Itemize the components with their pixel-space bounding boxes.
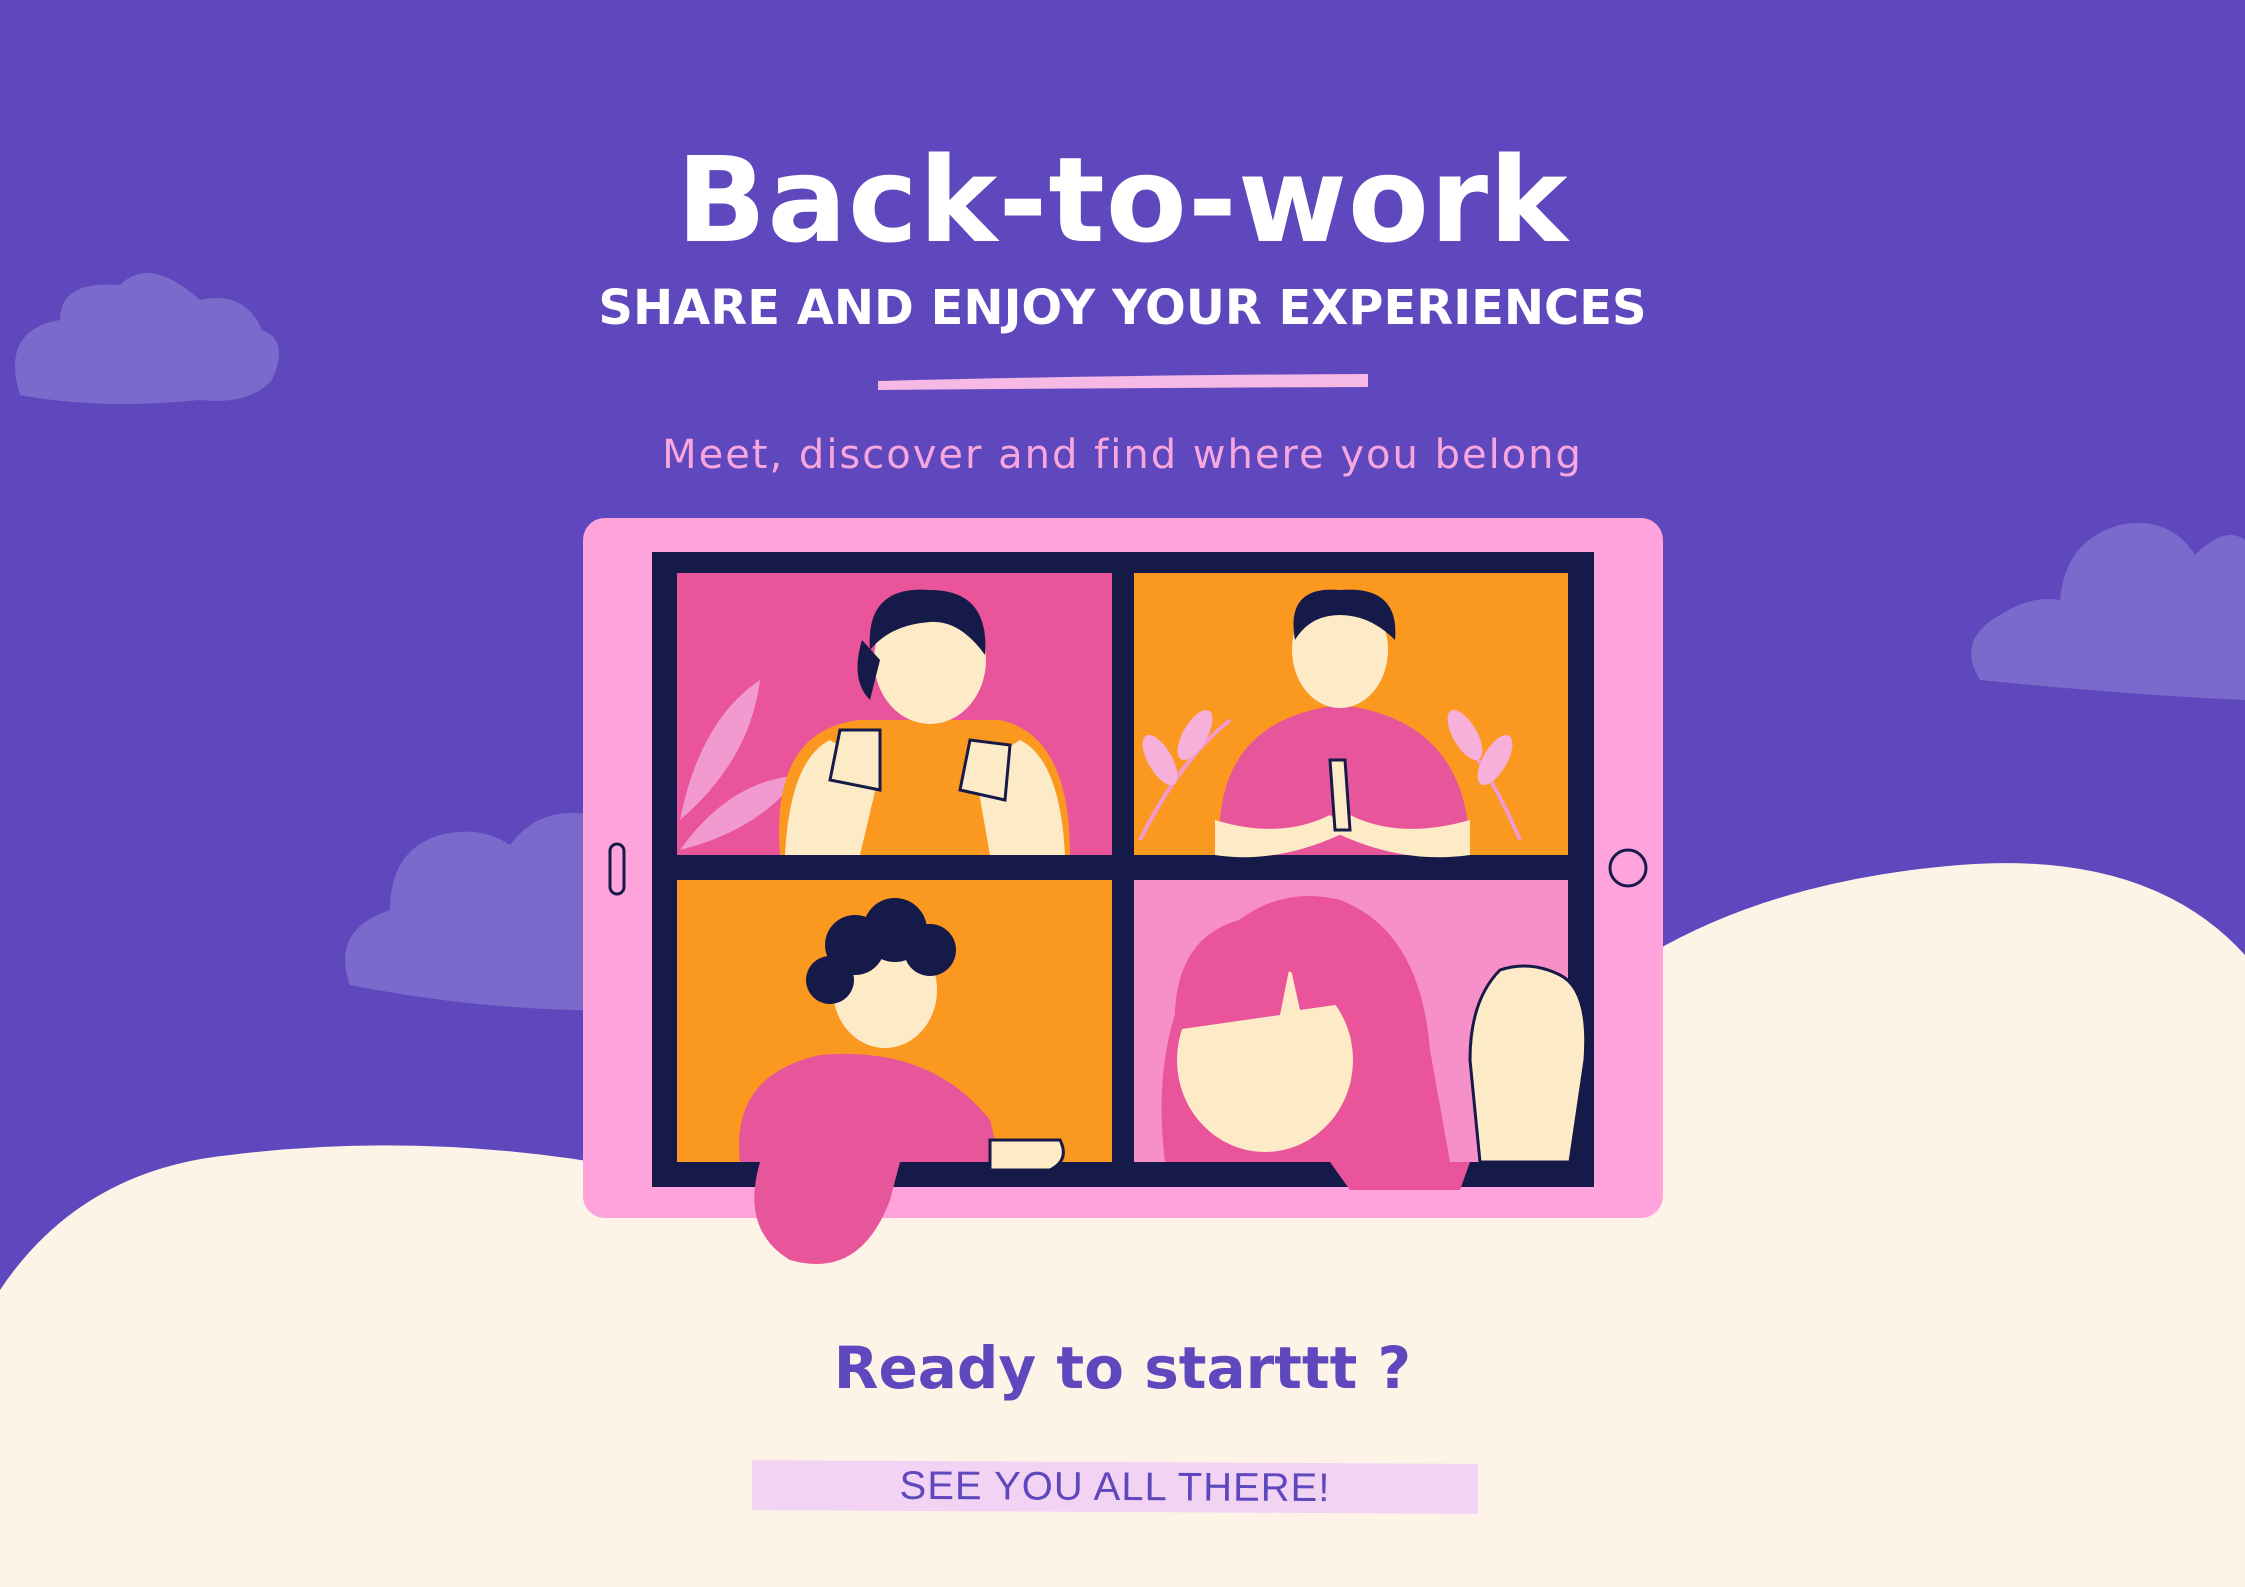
page-title: Back-to-work <box>676 131 1569 269</box>
tablet-illustration <box>583 518 1663 1264</box>
title-underline <box>878 374 1368 390</box>
tagline: Meet, discover and find where you belong <box>662 432 1583 478</box>
page-subtitle: SHARE AND ENJOY YOUR EXPERIENCES <box>598 280 1647 336</box>
cloud-icon <box>1971 523 2245 700</box>
ready-heading: Ready to starttt ? <box>833 1334 1412 1402</box>
see-you-banner[interactable]: SEE YOU ALL THERE! <box>751 1460 1479 1514</box>
